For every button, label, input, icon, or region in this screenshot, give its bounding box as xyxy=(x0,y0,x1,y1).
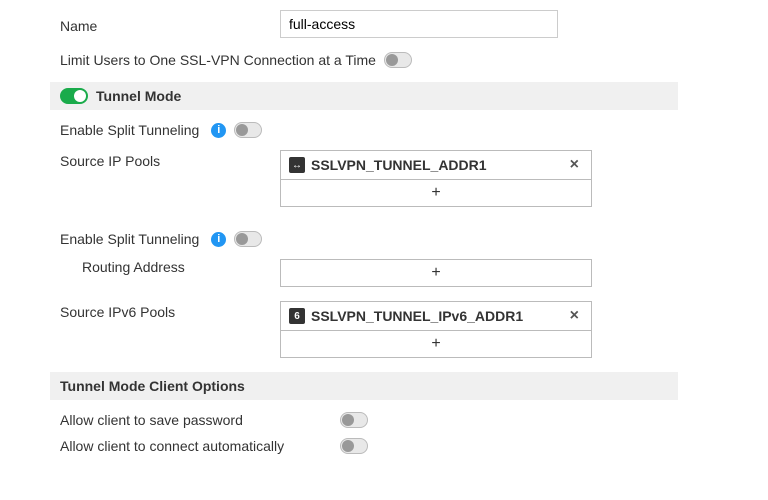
address-icon: ↔ xyxy=(289,157,305,173)
add-ip-pool-button[interactable]: + xyxy=(281,180,591,206)
client-options-header: Tunnel Mode Client Options xyxy=(50,372,678,400)
save-password-label: Allow client to save password xyxy=(60,412,340,428)
limit-users-toggle[interactable] xyxy=(384,52,412,68)
source-ipv6-pools-label: Source IPv6 Pools xyxy=(60,301,280,320)
info-icon[interactable]: i xyxy=(211,232,226,247)
save-password-toggle[interactable] xyxy=(340,412,368,428)
pool-item: ↔ SSLVPN_TUNNEL_ADDR1 × xyxy=(281,151,591,180)
routing-address-label: Routing Address xyxy=(60,259,280,275)
add-ipv6-pool-button[interactable]: + xyxy=(281,331,591,357)
split-tunneling-1-label: Enable Split Tunneling xyxy=(60,122,199,138)
auto-connect-label: Allow client to connect automatically xyxy=(60,438,340,454)
source-ip-pools-label: Source IP Pools xyxy=(60,150,280,169)
source-ipv6-pools-box: 6 SSLVPN_TUNNEL_IPv6_ADDR1 × + xyxy=(280,301,592,358)
tunnel-mode-title: Tunnel Mode xyxy=(96,88,181,104)
split-tunneling-2-toggle[interactable] xyxy=(234,231,262,247)
tunnel-mode-toggle[interactable] xyxy=(60,88,88,104)
name-input[interactable] xyxy=(280,10,558,38)
tunnel-mode-header: Tunnel Mode xyxy=(50,82,678,110)
client-options-title: Tunnel Mode Client Options xyxy=(60,378,245,394)
source-ip-pools-box: ↔ SSLVPN_TUNNEL_ADDR1 × + xyxy=(280,150,592,207)
routing-address-box: + xyxy=(280,259,592,287)
limit-users-label: Limit Users to One SSL-VPN Connection at… xyxy=(60,52,376,68)
split-tunneling-1-toggle[interactable] xyxy=(234,122,262,138)
pool-item: 6 SSLVPN_TUNNEL_IPv6_ADDR1 × xyxy=(281,302,591,331)
pool-item-label: SSLVPN_TUNNEL_IPv6_ADDR1 xyxy=(311,308,560,324)
info-icon[interactable]: i xyxy=(211,123,226,138)
remove-icon[interactable]: × xyxy=(566,156,583,174)
split-tunneling-2-label: Enable Split Tunneling xyxy=(60,231,199,247)
name-label: Name xyxy=(60,15,280,34)
add-routing-address-button[interactable]: + xyxy=(281,260,591,286)
pool-item-label: SSLVPN_TUNNEL_ADDR1 xyxy=(311,157,560,173)
address-v6-icon: 6 xyxy=(289,308,305,324)
auto-connect-toggle[interactable] xyxy=(340,438,368,454)
remove-icon[interactable]: × xyxy=(566,307,583,325)
